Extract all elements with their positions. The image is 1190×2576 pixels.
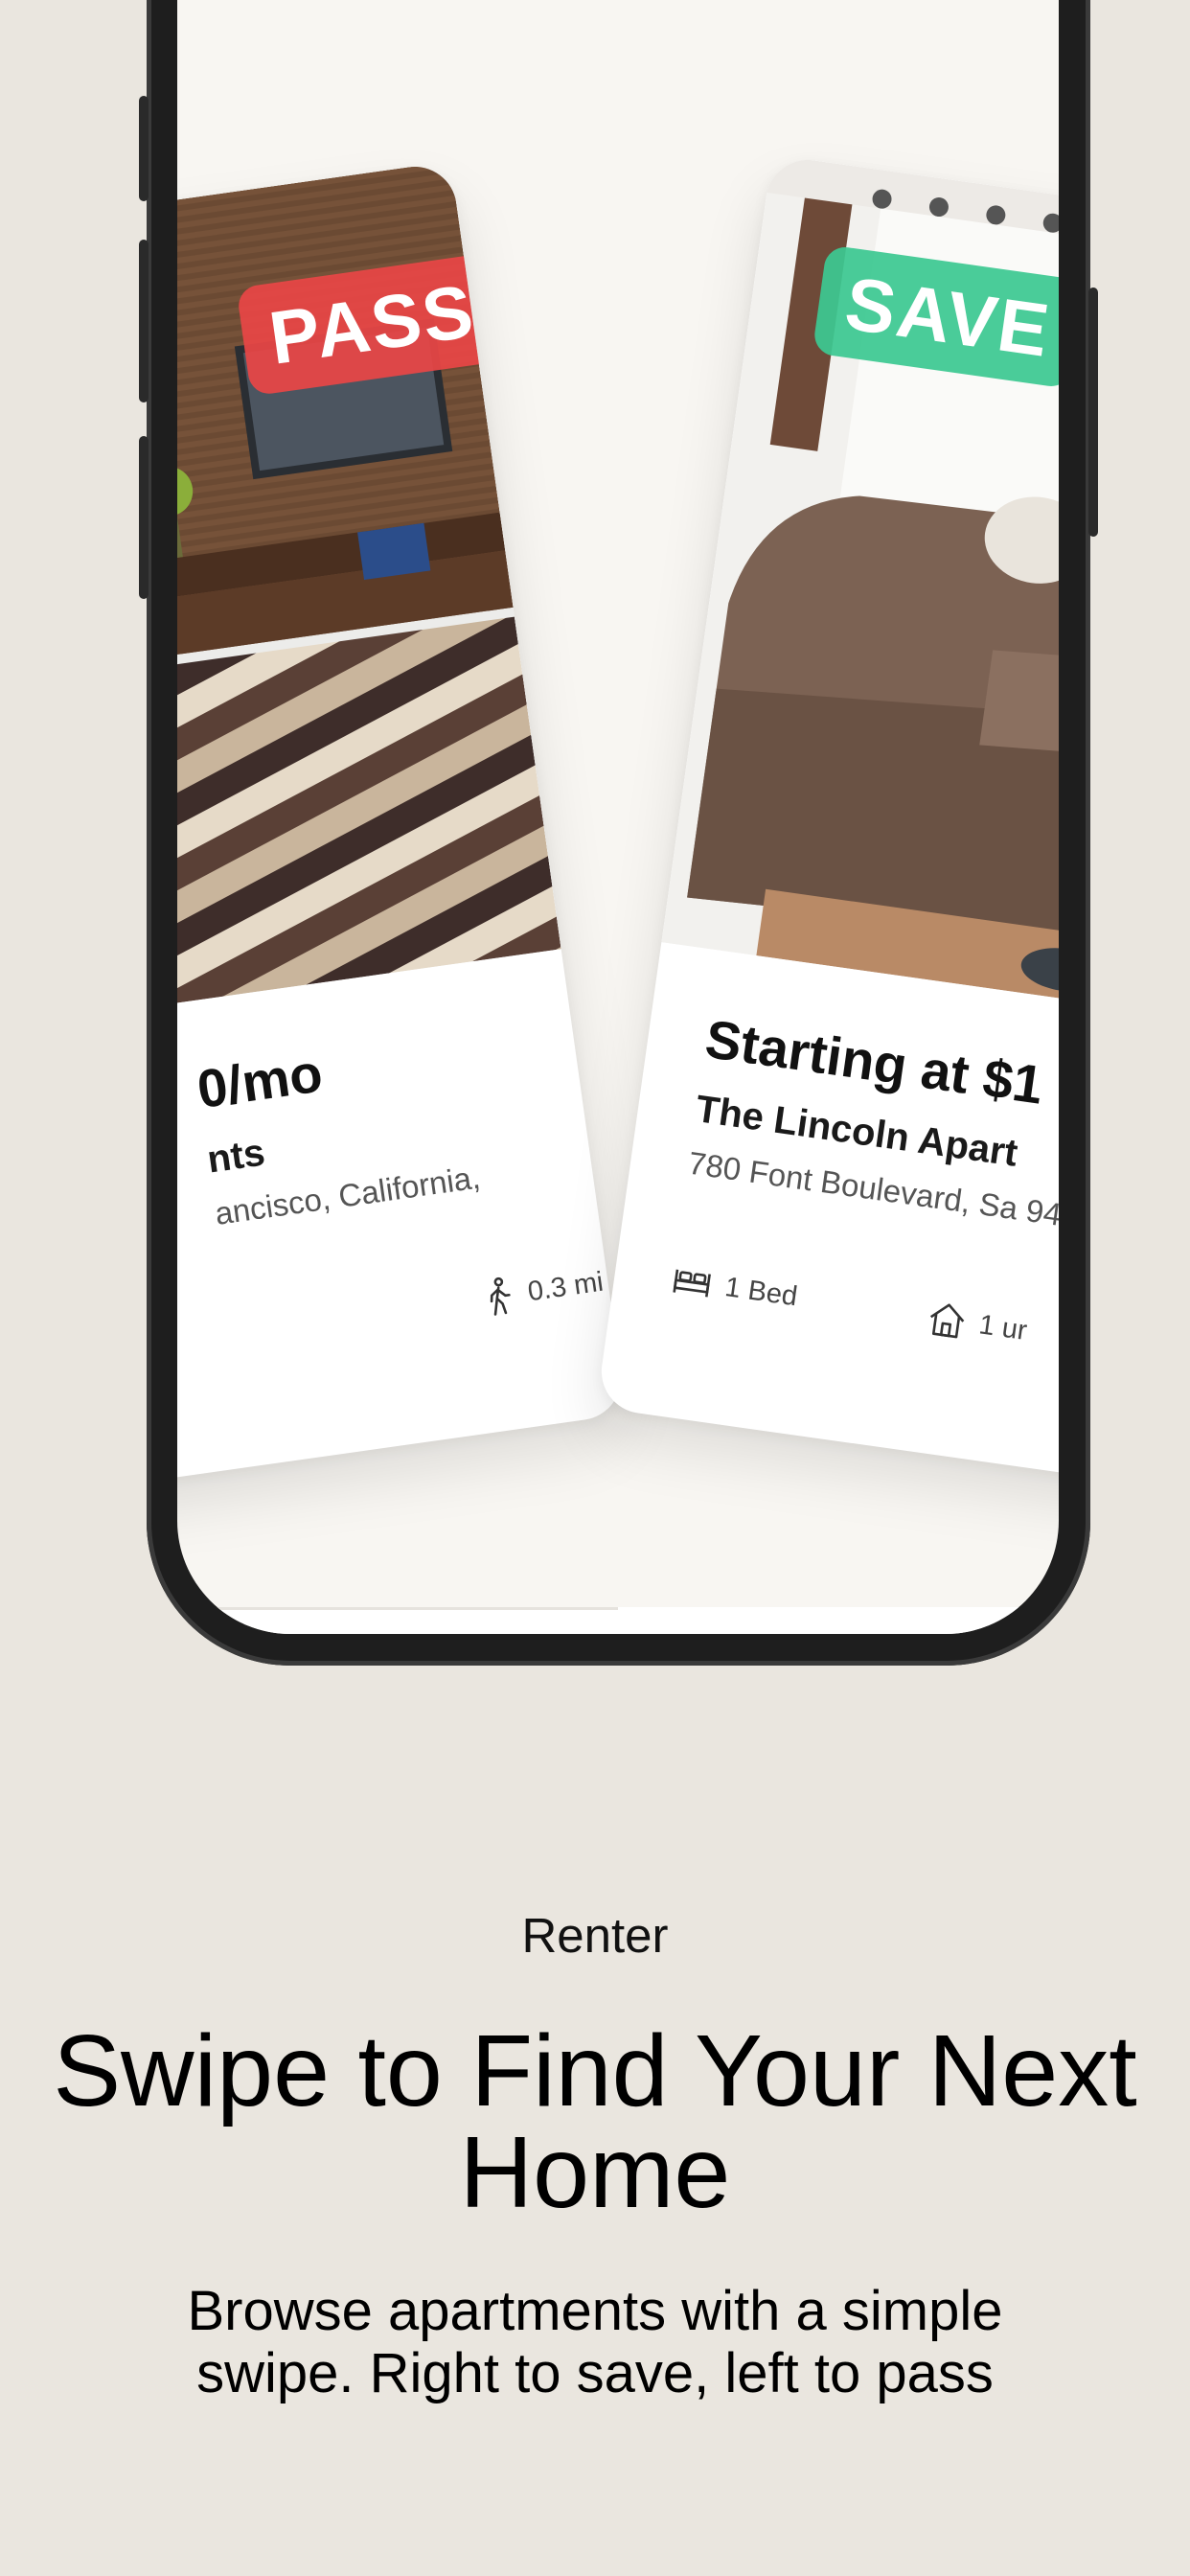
power-button	[1088, 288, 1098, 537]
volume-down-button	[139, 240, 149, 402]
phone-screen: PASS 0/mo nts ancisco, California, 0.3 m…	[177, 0, 1059, 1634]
headline: Swipe to Find Your Next Home	[53, 2014, 1137, 2229]
units-label: 1 ur	[976, 1308, 1029, 1346]
listing-distance: 0.3 mi to Sa...	[482, 1250, 627, 1318]
listing-beds: 1 Bed	[670, 1263, 799, 1313]
bed-icon	[670, 1263, 714, 1301]
listing-price: 0/mo	[193, 1042, 327, 1120]
role-label: Renter	[521, 1908, 669, 1963]
subtext: Browse apartments with a simple swipe. R…	[187, 2280, 1003, 2404]
listing-name: nts	[204, 1131, 268, 1182]
listing-address: ancisco, California,	[213, 1159, 483, 1231]
listing-card-right[interactable]: SAVE Starting at $1 The Lincoln Apart 78…	[596, 154, 1059, 1490]
walking-person-icon	[482, 1276, 517, 1318]
house-icon	[926, 1300, 969, 1341]
listing-card-left[interactable]: PASS 0/mo nts ancisco, California, 0.3 m…	[177, 161, 627, 1497]
home-indicator-line	[177, 1607, 618, 1610]
home-indicator-area	[177, 1607, 1059, 1634]
volume-up-button	[139, 96, 149, 201]
beds-label: 1 Bed	[722, 1271, 800, 1312]
listing-units: 1 ur	[926, 1300, 1029, 1349]
volume-down-button-2	[139, 436, 149, 599]
